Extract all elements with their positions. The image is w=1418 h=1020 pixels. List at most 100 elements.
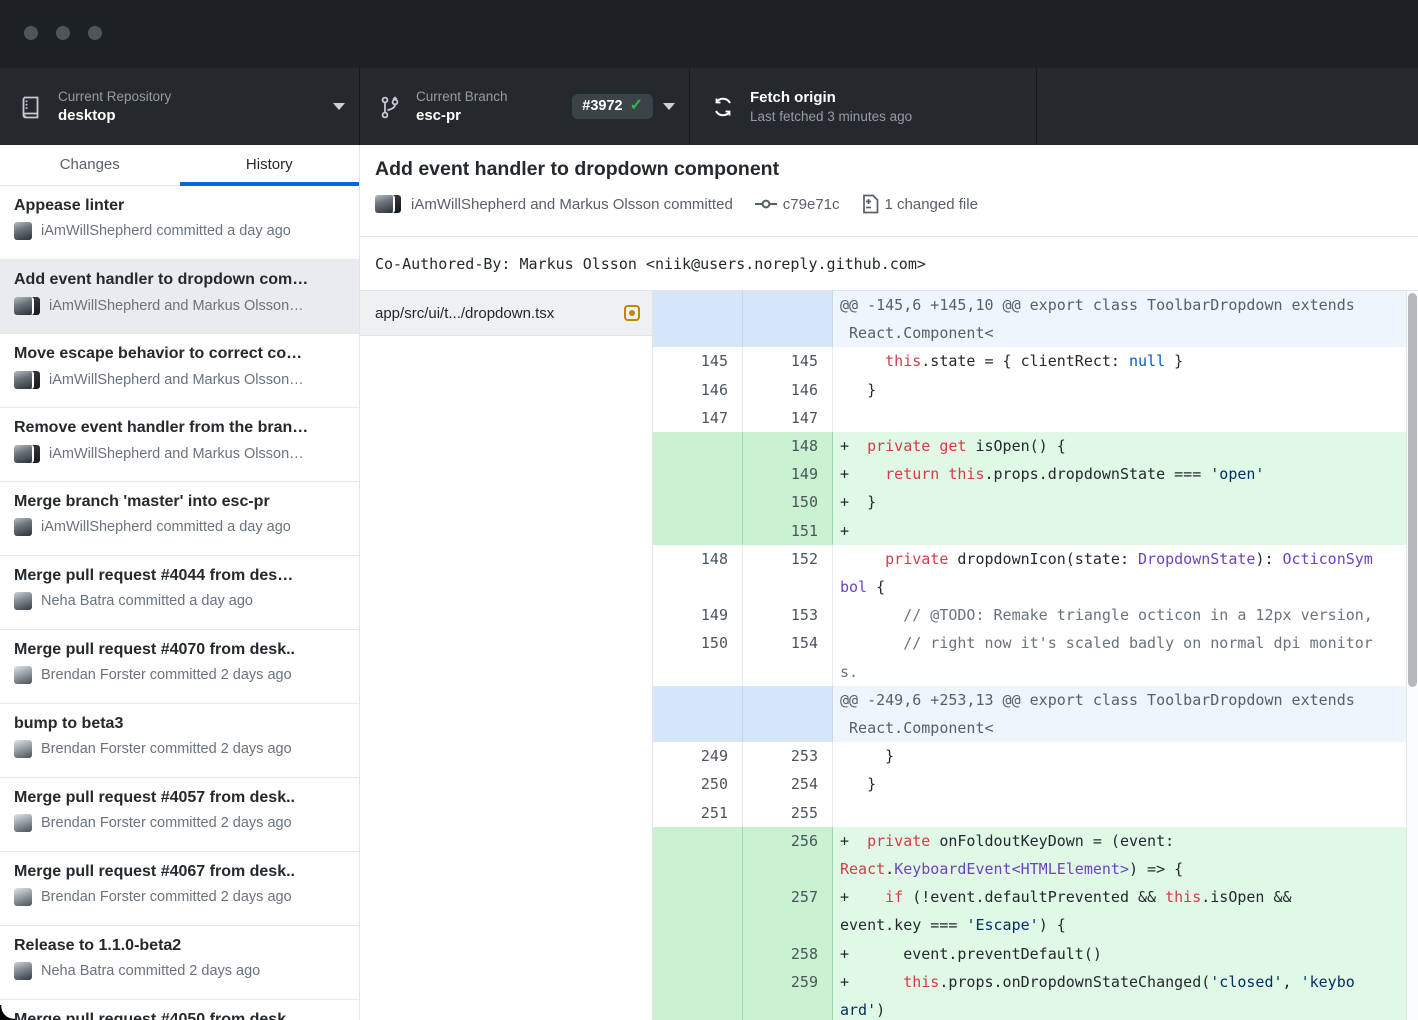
sidebar-tabbar: Changes History (0, 145, 360, 186)
commit-list-meta: Brendan Forster committed 2 days ago (14, 740, 345, 758)
minimize-window-button[interactable] (56, 26, 70, 40)
branch-switcher-button[interactable]: Current Branch esc-pr #3972 ✓ (360, 68, 690, 145)
old-line-number: 146 (653, 376, 743, 404)
commit-list-meta: Brendan Forster committed 2 days ago (14, 888, 345, 906)
commit-list-item[interactable]: Move escape behavior to correct co…iAmWi… (0, 334, 359, 408)
old-line-number: 145 (653, 347, 743, 375)
avatar (14, 666, 32, 684)
commit-meta: iAmWillShepherd and Markus Olsson commit… (375, 194, 1418, 214)
diff-code (833, 799, 1406, 827)
commit-list-title: Merge pull request #4050 from desk.. (14, 1011, 345, 1020)
sync-icon (712, 96, 734, 118)
diff-code: } (833, 376, 1406, 404)
committer-avatars (375, 194, 401, 214)
commit-list-item[interactable]: Merge pull request #4070 from desk..Bren… (0, 630, 359, 704)
diff-line[interactable]: 150+ } (653, 488, 1406, 516)
repository-name: desktop (58, 106, 323, 126)
avatar (14, 222, 32, 240)
diff-code: @@ -249,6 +253,13 @@ export class Toolba… (833, 686, 1406, 742)
diff-line[interactable]: 258+ event.preventDefault() (653, 940, 1406, 968)
new-line-number: 152 (743, 545, 833, 601)
diff-line[interactable]: 259+ this.props.onDropdownStateChanged('… (653, 968, 1406, 1020)
commit-sha[interactable]: c79e71c (783, 196, 840, 213)
commit-list-title: Move escape behavior to correct co… (14, 345, 345, 363)
diff-line[interactable]: 148+ private get isOpen() { (653, 432, 1406, 460)
repo-book-icon (20, 95, 42, 119)
diff-line: 149153 // @TODO: Remake triangle octicon… (653, 601, 1406, 629)
commit-list-title: Add event handler to dropdown com… (14, 271, 345, 289)
diff-code: + } (833, 488, 1406, 516)
commit-list-meta: iAmWillShepherd committed a day ago (14, 518, 345, 536)
commit-list-item[interactable]: Remove event handler from the bran…iAmWi… (0, 408, 359, 482)
commit-history-list: Appease linter iAmWillShepherd committed … (0, 186, 360, 1020)
new-line-number: 256 (743, 827, 833, 883)
commit-list-title: Merge pull request #4044 from des… (14, 567, 345, 585)
commit-list-item[interactable]: Merge pull request #4057 from desk.. Bren… (0, 778, 359, 852)
commit-list-title: Appease linter (14, 197, 345, 215)
diff-line: 147147 (653, 404, 1406, 432)
commit-list-title: Merge pull request #4057 from desk.. (14, 789, 345, 807)
diff-line[interactable]: 151+ (653, 517, 1406, 545)
commit-list-title: Release to 1.1.0-beta2 (14, 937, 345, 955)
diff-code: + return this.props.dropdownState === 'o… (833, 460, 1406, 488)
commit-list-item[interactable]: Merge pull request #4050 from desk.. (0, 1000, 359, 1020)
commit-list-title: Merge pull request #4067 from desk.. (14, 863, 345, 881)
app-toolbar: Current Repository desktop Current Branc… (0, 68, 1418, 145)
changed-files-count: 1 changed file (885, 196, 978, 213)
new-line-number: 253 (743, 742, 833, 770)
repository-switcher-text: Current Repository desktop (58, 88, 323, 126)
old-line-number (653, 517, 743, 545)
commit-list-item[interactable]: Add event handler to dropdown com…iAmWil… (0, 260, 359, 334)
new-line-number: 148 (743, 432, 833, 460)
new-line-number: 147 (743, 404, 833, 432)
file-list-item[interactable]: app/src/ui/t.../dropdown.tsx (360, 291, 652, 336)
diff-code: + event.preventDefault() (833, 940, 1406, 968)
diff-line[interactable]: 257+ if (!event.defaultPrevented && this… (653, 883, 1406, 939)
commit-list-item[interactable]: Merge branch 'master' into esc-pr iAmWill… (0, 482, 359, 556)
toolbar-spacer (1037, 68, 1418, 145)
diff-line: 249253 } (653, 742, 1406, 770)
window-titlebar[interactable] (0, 0, 1418, 68)
old-line-number (653, 968, 743, 1020)
diff-line: 251255 (653, 799, 1406, 827)
new-line-number: 146 (743, 376, 833, 404)
diff-code: } (833, 742, 1406, 770)
diff-hunk-header: @@ -145,6 +145,10 @@ export class Toolba… (653, 291, 1406, 347)
diff-code: } (833, 770, 1406, 798)
repository-label: Current Repository (58, 88, 323, 106)
commit-list-meta: Brendan Forster committed 2 days ago (14, 814, 345, 832)
commit-list-item[interactable]: bump to beta3 Brendan Forster committed 2… (0, 704, 359, 778)
changed-files-panel: app/src/ui/t.../dropdown.tsx (360, 291, 653, 1020)
diff-code: + private onFoldoutKeyDown = (event:Reac… (833, 827, 1406, 883)
committer-names: iAmWillShepherd and Markus Olsson commit… (411, 196, 733, 213)
new-line-number: 259 (743, 968, 833, 1020)
close-window-button[interactable] (24, 26, 38, 40)
avatar (14, 370, 40, 390)
branch-label: Current Branch (416, 88, 564, 106)
tab-history[interactable]: History (180, 145, 360, 185)
diff-line[interactable]: 149+ return this.props.dropdownState ===… (653, 460, 1406, 488)
commit-list-meta: Brendan Forster committed 2 days ago (14, 666, 345, 684)
scrollbar-thumb[interactable] (1408, 293, 1417, 687)
zoom-window-button[interactable] (88, 26, 102, 40)
commit-description: Co-Authored-By: Markus Olsson <niik@user… (360, 237, 1418, 291)
commit-list-item[interactable]: Merge pull request #4067 from desk.. Bren… (0, 852, 359, 926)
commit-list-title: Merge branch 'master' into esc-pr (14, 493, 345, 511)
diff-line[interactable]: 256+ private onFoldoutKeyDown = (event:R… (653, 827, 1406, 883)
commit-list-item[interactable]: Appease linteriAmWillShepherd committed … (0, 186, 359, 260)
commit-list-meta: iAmWillShepherd and Markus Olsson… (14, 444, 345, 464)
fetch-origin-button[interactable]: Fetch origin Last fetched 3 minutes ago (690, 68, 1037, 145)
pr-status-badge[interactable]: #3972 ✓ (572, 94, 653, 119)
commit-list-item[interactable]: Release to 1.1.0-beta2Neha Batra committ… (0, 926, 359, 1000)
tab-changes[interactable]: Changes (0, 145, 180, 185)
diff-code: private dropdownIcon(state: DropdownStat… (833, 545, 1406, 601)
diff-code: + if (!event.defaultPrevented && this.is… (833, 883, 1406, 939)
avatar (14, 518, 32, 536)
new-line-number: 151 (743, 517, 833, 545)
new-line-number (743, 291, 833, 347)
commit-list-title: bump to beta3 (14, 715, 345, 733)
commit-list-item[interactable]: Merge pull request #4044 from des…Neha B… (0, 556, 359, 630)
repository-switcher-button[interactable]: Current Repository desktop (0, 68, 360, 145)
branch-name: esc-pr (416, 106, 564, 126)
diff-scrollbar[interactable] (1406, 291, 1418, 1020)
